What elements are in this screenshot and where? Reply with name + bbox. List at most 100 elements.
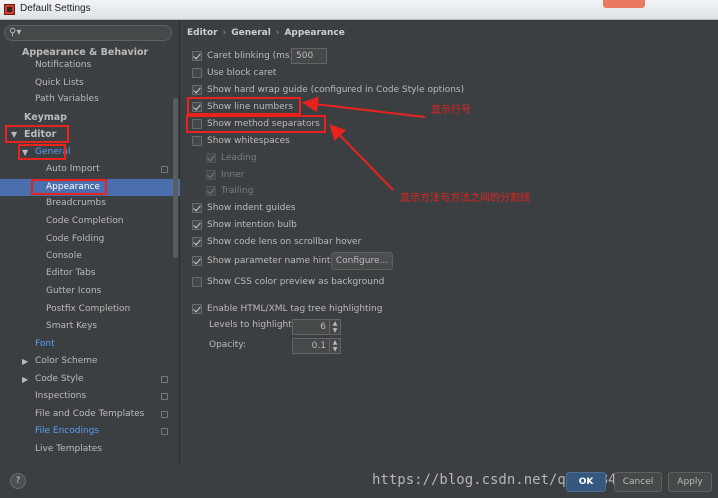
opacity-label: Opacity: <box>209 340 246 350</box>
levels-value[interactable]: 6 <box>292 319 330 335</box>
sidebar-item-label: Keymap <box>24 112 67 123</box>
sidebar-item-path-variables[interactable]: Path Variables <box>0 91 180 108</box>
code-lens-label: Show code lens on scrollbar hover <box>207 237 362 247</box>
annotation-appearance-box <box>31 179 107 195</box>
spinner-arrows-icon[interactable]: ▲ ▼ <box>330 338 341 354</box>
css-preview-label: Show CSS color preview as background <box>207 277 385 287</box>
sidebar-item-label: Code Style <box>35 374 84 384</box>
sidebar-item-code-style[interactable]: ▶ Code Style <box>0 371 180 388</box>
sidebar-item-smart-keys[interactable]: Smart Keys <box>0 318 180 335</box>
search-icon: ⚲▾ <box>9 27 22 38</box>
sidebar-item-code-folding[interactable]: Code Folding <box>0 231 180 248</box>
checkbox-box[interactable] <box>192 51 202 61</box>
tag-tree-label: Enable HTML/XML tag tree highlighting <box>207 304 383 314</box>
sidebar-item-file-and-code-templates[interactable]: File and Code Templates <box>0 406 180 423</box>
sidebar-item-label: Color Scheme <box>35 356 98 366</box>
help-button[interactable]: ? <box>10 473 26 489</box>
sidebar-item-inspections[interactable]: Inspections <box>0 388 180 405</box>
project-scope-icon <box>161 393 168 400</box>
sidebar-item-live-templates[interactable]: Live Templates <box>0 441 180 458</box>
sidebar-item-gutter-icons[interactable]: Gutter Icons <box>0 283 180 300</box>
sidebar-item-label: Notifications <box>35 60 92 70</box>
breadcrumb-general[interactable]: General <box>231 28 271 38</box>
cancel-button[interactable]: Cancel <box>614 472 662 492</box>
sidebar-item-console[interactable]: Console <box>0 248 180 265</box>
param-hints-label: Show parameter name hints <box>207 256 336 266</box>
sidebar-item-code-completion[interactable]: Code Completion <box>0 213 180 230</box>
sidebar-item-font[interactable]: Font <box>0 336 180 353</box>
sidebar-item-keymap[interactable]: Keymap <box>0 109 180 126</box>
annotation-general-box <box>18 144 66 160</box>
project-scope-icon <box>161 166 168 173</box>
sidebar-item-file-encodings[interactable]: File Encodings <box>0 423 180 440</box>
sidebar-item-label: Breadcrumbs <box>46 198 106 208</box>
sidebar-scrollbar[interactable] <box>173 98 178 258</box>
sidebar-item-postfix-completion[interactable]: Postfix Completion <box>0 301 180 318</box>
sidebar-item-label: Code Completion <box>46 216 124 226</box>
checkbox-box[interactable] <box>206 153 216 163</box>
sidebar-item-quick-lists[interactable]: Quick Lists <box>0 75 180 92</box>
annotation-separators-box <box>186 115 326 133</box>
whitespaces-label: Show whitespaces <box>207 136 290 146</box>
apply-button[interactable]: Apply <box>668 472 712 492</box>
checkbox-box[interactable] <box>192 220 202 230</box>
sidebar-item-color-scheme[interactable]: ▶ Color Scheme <box>0 353 180 370</box>
sidebar-item-label: Postfix Completion <box>46 304 131 314</box>
sidebar-item-label: Live Templates <box>35 444 102 454</box>
title-bar: Default Settings <box>0 0 718 20</box>
checkbox-box[interactable] <box>206 186 216 196</box>
sidebar-item-label: Inspections <box>35 391 87 401</box>
window-title: Default Settings <box>20 3 91 14</box>
checkbox-box[interactable] <box>192 304 202 314</box>
close-button[interactable] <box>603 0 645 8</box>
breadcrumb-editor[interactable]: Editor <box>187 28 218 38</box>
sidebar-item-breadcrumbs[interactable]: Breadcrumbs <box>0 195 180 212</box>
checkbox-box[interactable] <box>192 256 202 266</box>
levels-label: Levels to highlight: <box>209 320 295 330</box>
sidebar-item-notifications[interactable]: Notifications <box>0 57 180 74</box>
breadcrumb: Editor › General › Appearance <box>187 28 345 38</box>
sidebar-item-label: Code Folding <box>46 234 105 244</box>
search-input[interactable]: ⚲▾ <box>4 25 172 41</box>
sidebar-item-label: File and Code Templates <box>35 409 145 419</box>
dialog-footer: ? https://blog.csdn.net/qq_31840023 OK C… <box>0 464 718 498</box>
spinner-arrows-icon[interactable]: ▲ ▼ <box>330 319 341 335</box>
project-scope-icon <box>161 376 168 383</box>
collapse-arrow-icon[interactable]: ▶ <box>22 353 28 370</box>
annotation-editor-box <box>5 125 69 143</box>
checkbox-box[interactable] <box>192 277 202 287</box>
checkbox-box[interactable] <box>192 85 202 95</box>
caret-blinking-label: Caret blinking (ms): <box>207 51 297 61</box>
configure-button[interactable]: Configure... <box>331 252 393 270</box>
annotation-separators-text: 显示方法与方法之间的分割线 <box>400 193 530 204</box>
block-caret-label: Use block caret <box>207 68 277 78</box>
checkbox-box[interactable] <box>192 68 202 78</box>
checkbox-box[interactable] <box>192 237 202 247</box>
sidebar-item-label: Path Variables <box>35 94 99 104</box>
annotation-line-numbers-box <box>187 97 301 115</box>
checkbox-box[interactable] <box>206 170 216 180</box>
trailing-label: Trailing <box>221 186 254 196</box>
collapse-arrow-icon[interactable]: ▶ <box>22 371 28 388</box>
breadcrumb-appearance: Appearance <box>284 28 345 38</box>
project-scope-icon <box>161 428 168 435</box>
sidebar-item-label: Editor Tabs <box>46 268 96 278</box>
ok-button[interactable]: OK <box>566 472 606 492</box>
sidebar-item-label: Quick Lists <box>35 78 84 88</box>
sidebar-item-auto-import[interactable]: Auto Import <box>0 161 180 178</box>
sidebar-item-label: Gutter Icons <box>46 286 102 296</box>
caret-blinking-input[interactable]: 500 <box>291 48 327 64</box>
checkbox-box[interactable] <box>192 203 202 213</box>
sidebar-item-label: Smart Keys <box>46 321 98 331</box>
settings-sidebar: ⚲▾ Appearance & Behavior Notifications Qui… <box>0 20 180 464</box>
settings-content: Editor › General › Appearance Caret blinking… <box>181 20 718 464</box>
sidebar-item-label: Console <box>46 251 82 261</box>
leading-label: Leading <box>221 153 257 163</box>
inner-label: Inner <box>221 170 245 180</box>
annotation-line-numbers-text: 显示行号 <box>431 105 471 116</box>
opacity-value[interactable]: 0.1 <box>292 338 330 354</box>
watermark: https://blog.csdn.net/qq_31840023 <box>372 472 651 488</box>
sidebar-item-editor-tabs[interactable]: Editor Tabs <box>0 265 180 282</box>
checkbox-box[interactable] <box>192 136 202 146</box>
sidebar-item-label: Auto Import <box>46 164 100 174</box>
